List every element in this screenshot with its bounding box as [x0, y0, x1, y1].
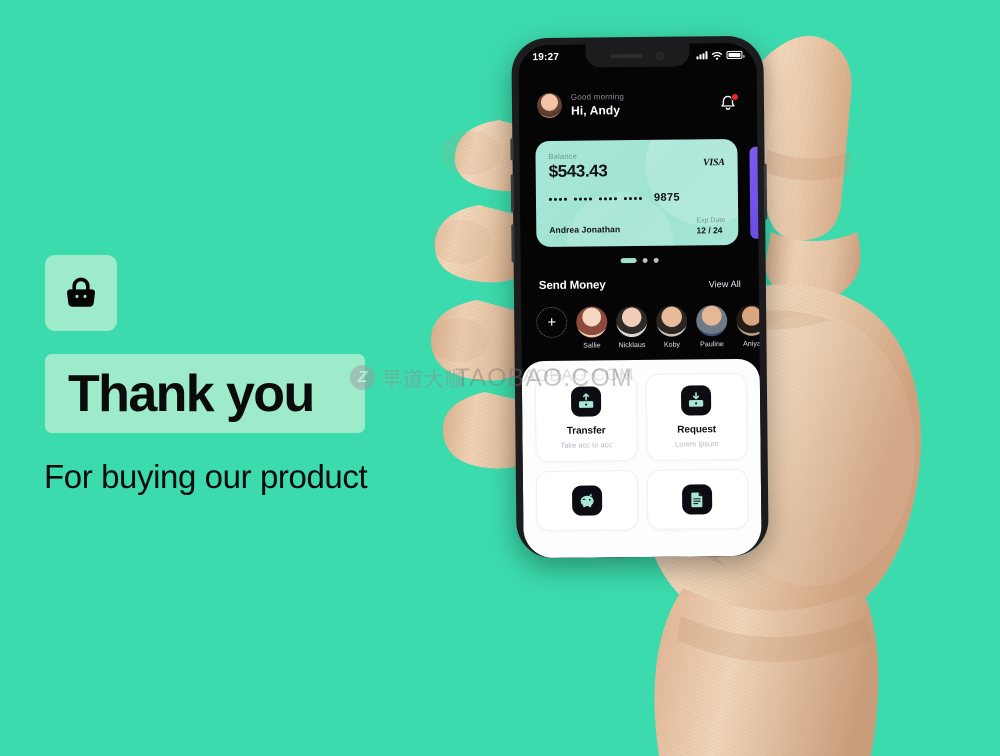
greeting-label: Good morning	[570, 92, 625, 102]
contact-avatar	[576, 306, 608, 338]
action-tiles-grid: Transfer Take acc to acc Request Lorem i…	[534, 372, 749, 532]
bill-document-icon	[682, 484, 713, 515]
card-carousel-pagination[interactable]	[521, 257, 759, 264]
send-money-title: Send Money	[538, 279, 606, 293]
contact-name: Pauline	[700, 341, 724, 349]
contact-avatar	[696, 305, 728, 337]
screenshot-canvas: Thank you For buying our product 19:27 G…	[0, 0, 1000, 756]
notification-button[interactable]	[719, 92, 739, 113]
contact-name: Sallie	[583, 342, 601, 350]
list-item[interactable]: Sallie	[575, 306, 608, 350]
request-down-icon	[681, 385, 712, 416]
avatar[interactable]	[536, 92, 563, 119]
carousel-dot-2[interactable]	[642, 257, 648, 263]
phone-notch	[585, 43, 690, 68]
contact-avatar	[656, 305, 688, 337]
list-item[interactable]: Pauline	[695, 305, 728, 348]
shopping-bag-badge	[45, 255, 117, 331]
balance-card[interactable]: Balance $543.43 VISA 9875 Andrea Jonatha…	[535, 138, 739, 248]
status-icons	[696, 50, 743, 60]
view-all-link[interactable]: View All	[709, 279, 741, 289]
battery-full-icon	[726, 50, 743, 60]
phone-volume-up-button	[510, 174, 515, 213]
carousel-dot-1[interactable]	[620, 258, 637, 264]
list-item[interactable]: Nicklaus	[615, 305, 648, 350]
card-network-logo: VISA	[702, 157, 725, 169]
page-subtitle: For buying our product	[44, 458, 368, 495]
contact-avatar	[616, 305, 648, 338]
phone-power-button	[763, 163, 768, 220]
notification-badge	[730, 92, 739, 101]
transfer-up-icon	[570, 386, 601, 417]
savings-icon	[571, 485, 603, 516]
app-header: Good morning Hi, Andy	[519, 91, 757, 119]
balance-amount: $543.43	[548, 161, 608, 181]
shopping-bag-icon	[66, 277, 96, 307]
action-tile-savings[interactable]	[535, 470, 638, 532]
action-subtitle: Take acc to acc	[560, 440, 613, 450]
front-camera-icon	[656, 51, 665, 60]
contact-name: Nicklaus	[618, 341, 646, 350]
contact-name: Koby	[663, 341, 681, 349]
card-number: 9875	[548, 191, 681, 205]
balance-label: Balance	[548, 151, 578, 161]
actions-sheet: TAOBAO.COM Transfer Take acc to acc Requ…	[518, 358, 762, 559]
action-title: Request	[677, 424, 717, 436]
card-expiry-label: Exp Date	[696, 217, 726, 225]
card-expiry: Exp Date 12 / 24	[696, 217, 725, 235]
contact-avatar	[736, 304, 762, 336]
list-item[interactable]: Aniya	[735, 304, 762, 348]
status-time: 19:27	[532, 51, 560, 63]
next-card-peek[interactable]	[749, 146, 760, 239]
action-tile-bill[interactable]	[646, 468, 749, 530]
card-mask-group	[598, 196, 617, 200]
wifi-icon	[711, 51, 723, 60]
card-mask-group	[573, 196, 592, 201]
smartphone-device: 19:27 Good morning Hi, Andy Balance $543…	[510, 35, 769, 559]
user-greeting-block[interactable]: Good morning Hi, Andy	[536, 92, 625, 119]
phone-screen: 19:27 Good morning Hi, Andy Balance $543…	[518, 42, 762, 559]
send-money-header: Send Money View All	[539, 278, 741, 292]
action-subtitle: Lorem ipsum	[675, 439, 719, 449]
contact-name: Aniya	[743, 340, 761, 348]
card-last4: 9875	[653, 191, 681, 204]
card-mask-group	[548, 197, 567, 201]
list-item[interactable]: Koby	[655, 305, 688, 349]
action-tile-request[interactable]: Request Lorem ipsum	[645, 372, 748, 461]
earpiece-speaker	[610, 53, 643, 58]
action-tile-transfer[interactable]: Transfer Take acc to acc	[534, 374, 638, 463]
page-title: Thank you	[68, 365, 315, 423]
card-expiry-value: 12 / 24	[696, 225, 723, 236]
add-contact-item[interactable]: +	[535, 306, 568, 339]
card-holder-name: Andrea Jonathan	[549, 224, 621, 235]
signal-bars-icon	[696, 51, 708, 60]
phone-mute-switch	[510, 138, 514, 161]
action-title: Transfer	[566, 425, 606, 437]
user-name: Hi, Andy	[570, 103, 621, 118]
contacts-row[interactable]: + Sallie Nicklaus Koby Pauline Aniya	[535, 304, 762, 350]
carousel-dot-3[interactable]	[653, 257, 659, 263]
plus-icon[interactable]: +	[536, 306, 568, 339]
card-mask-group	[623, 196, 642, 200]
phone-volume-down-button	[511, 224, 515, 263]
